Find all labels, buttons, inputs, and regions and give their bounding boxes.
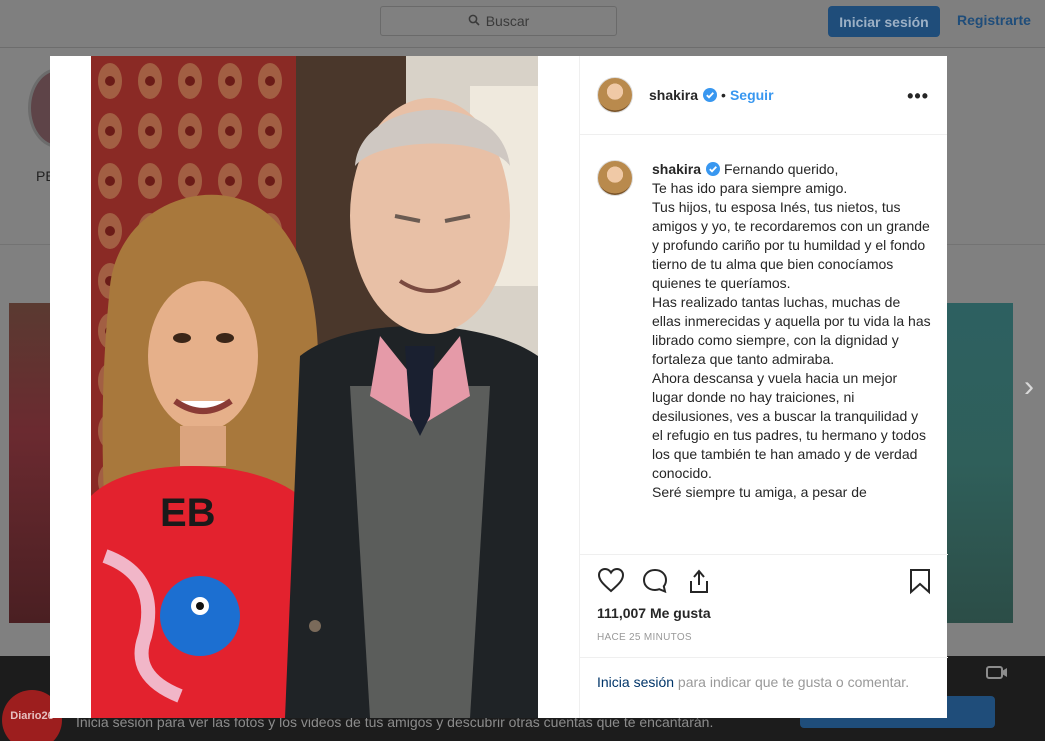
svg-text:EB: EB xyxy=(160,491,216,535)
post-side-panel: shakira • Seguir ••• shakira Fernando qu… xyxy=(579,56,948,718)
post-timestamp: HACE 25 MINUTOS xyxy=(597,632,692,643)
login-to-comment-text: para indicar que te gusta o comentar. xyxy=(674,674,910,690)
photo-illustration: EB xyxy=(91,56,538,718)
author-username[interactable]: shakira xyxy=(649,87,698,103)
author-avatar[interactable] xyxy=(597,77,633,113)
verified-badge-icon xyxy=(703,88,718,102)
grid-photo-tile xyxy=(946,303,1013,623)
signup-link[interactable]: Registrarte xyxy=(957,12,1031,28)
like-count[interactable]: 111,007 Me gusta xyxy=(597,605,711,621)
login-button[interactable]: Iniciar sesión xyxy=(828,6,940,37)
share-icon[interactable] xyxy=(685,567,713,595)
login-to-comment: Inicia sesión para indicar que te gusta … xyxy=(580,657,948,706)
more-options-icon[interactable]: ••• xyxy=(907,86,929,107)
search-placeholder: Buscar xyxy=(485,13,530,29)
post-header: shakira • Seguir ••• xyxy=(580,56,947,135)
grid-photo-tile xyxy=(9,303,51,623)
post-actions: 111,007 Me gusta HACE 25 MINUTOS Inicia … xyxy=(580,554,948,714)
caption-username[interactable]: shakira xyxy=(652,161,701,177)
caption-text-block: shakira Fernando querido, Te has ido par… xyxy=(652,160,931,554)
like-heart-icon[interactable] xyxy=(597,567,625,593)
search-icon xyxy=(468,13,480,29)
camera-icon xyxy=(986,664,1008,683)
comment-icon[interactable] xyxy=(641,567,669,595)
follow-button[interactable]: Seguir xyxy=(730,87,774,103)
separator-dot: • xyxy=(721,87,726,103)
caption-section: shakira Fernando querido, Te has ido par… xyxy=(580,136,948,554)
caption-author-avatar[interactable] xyxy=(597,160,633,196)
bookmark-icon[interactable] xyxy=(908,567,932,595)
login-link[interactable]: Inicia sesión xyxy=(597,674,674,690)
caption-text: Fernando querido, Te has ido para siempr… xyxy=(652,161,931,500)
verified-badge-icon xyxy=(706,162,721,176)
top-navigation-bar: Buscar Iniciar sesión Registrarte xyxy=(0,0,1045,48)
post-modal: EB shakira • Seguir ••• shakira Fernando… xyxy=(50,56,948,718)
next-post-arrow[interactable]: › xyxy=(1024,370,1034,404)
post-photo[interactable]: EB xyxy=(50,56,579,718)
search-input[interactable]: Buscar xyxy=(380,6,617,36)
